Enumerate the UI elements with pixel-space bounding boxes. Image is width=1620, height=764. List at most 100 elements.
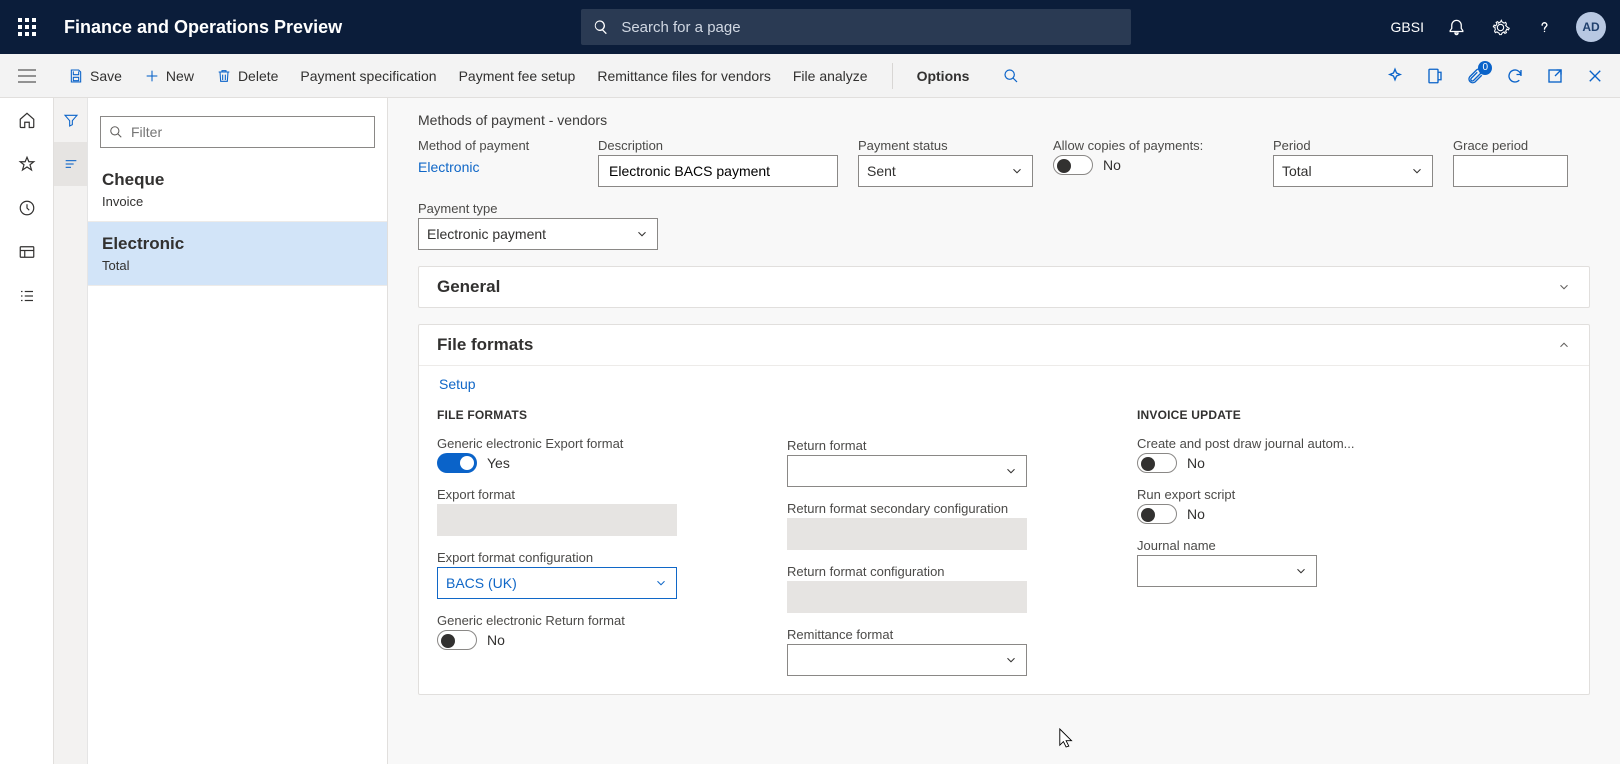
return-format-select[interactable]	[787, 455, 1027, 487]
favorites-icon[interactable]	[0, 142, 53, 186]
general-header[interactable]: General	[419, 267, 1589, 307]
journal-name-select[interactable]	[1137, 555, 1317, 587]
list-pane: Cheque Invoice Electronic Total	[88, 98, 388, 764]
remittance-files-button[interactable]: Remittance files for vendors	[597, 68, 771, 84]
setup-button[interactable]: Setup	[437, 366, 1571, 408]
field-label: Description	[598, 138, 838, 153]
run-export-toggle[interactable]	[1137, 504, 1177, 524]
remittance-format-select[interactable]	[787, 644, 1027, 676]
global-search[interactable]	[581, 9, 1131, 45]
field-label: Export format configuration	[437, 550, 737, 565]
period-select[interactable]: Total	[1273, 155, 1433, 187]
toggle-value: No	[1187, 506, 1205, 522]
toggle-value: Yes	[487, 455, 510, 471]
chevron-down-icon	[1410, 164, 1424, 178]
popout-icon[interactable]	[1546, 67, 1564, 85]
field-label: Run export script	[1137, 487, 1387, 502]
chevron-down-icon	[1004, 464, 1018, 478]
open-in-office-icon[interactable]	[1426, 67, 1444, 85]
chevron-down-icon	[1294, 564, 1308, 578]
home-icon[interactable]	[0, 98, 53, 142]
toggle-value: No	[1187, 455, 1205, 471]
file-formats-header[interactable]: File formats	[419, 325, 1589, 365]
list-item-title: Cheque	[102, 170, 373, 190]
page-subtitle: Methods of payment - vendors	[418, 112, 1590, 128]
payment-type-select[interactable]: Electronic payment	[418, 218, 658, 250]
save-button[interactable]: Save	[68, 68, 122, 84]
search-icon	[109, 125, 123, 139]
nav-toggle-icon[interactable]	[0, 54, 54, 97]
copilot-icon[interactable]	[1386, 67, 1404, 85]
list-item[interactable]: Cheque Invoice	[88, 158, 387, 222]
export-format-config-select[interactable]: BACS (UK)	[437, 567, 677, 599]
chevron-down-icon	[1004, 653, 1018, 667]
payment-fee-setup-button[interactable]: Payment fee setup	[459, 68, 576, 84]
field-label: Export format	[437, 487, 737, 502]
delete-button[interactable]: Delete	[216, 68, 278, 84]
new-button[interactable]: New	[144, 68, 194, 84]
options-button[interactable]: Options	[917, 68, 970, 84]
help-icon[interactable]	[1532, 15, 1556, 39]
section-title: File formats	[437, 335, 533, 355]
toggle-value: No	[1103, 157, 1121, 173]
chevron-down-icon	[1557, 280, 1571, 294]
field-label: Return format configuration	[787, 564, 1087, 579]
company-picker[interactable]: GBSI	[1391, 19, 1424, 35]
search-icon	[593, 19, 609, 35]
list-item-subtitle: Total	[102, 258, 373, 273]
field-label: Return format	[787, 438, 1087, 453]
page-search-icon[interactable]	[991, 68, 1031, 84]
list-filter[interactable]	[100, 116, 375, 148]
list-item[interactable]: Electronic Total	[88, 222, 387, 286]
top-nav: Finance and Operations Preview GBSI AD	[0, 0, 1620, 54]
method-of-payment-value[interactable]: Electronic	[418, 155, 578, 179]
field-label: Period	[1273, 138, 1433, 153]
export-format-input	[437, 504, 677, 536]
notifications-icon[interactable]	[1444, 15, 1468, 39]
settings-icon[interactable]	[1488, 15, 1512, 39]
field-label: Generic electronic Return format	[437, 613, 737, 628]
field-label: Journal name	[1137, 538, 1387, 553]
modules-icon[interactable]	[0, 274, 53, 318]
field-label: Payment type	[418, 201, 718, 216]
list-item-title: Electronic	[102, 234, 373, 254]
field-label: Generic electronic Export format	[437, 436, 737, 451]
attachments-badge: 0	[1478, 61, 1492, 75]
workspaces-icon[interactable]	[0, 230, 53, 274]
chevron-down-icon	[654, 576, 668, 590]
separator	[892, 63, 893, 89]
file-formats-section: File formats Setup FILE FORMATS Generic …	[418, 324, 1590, 695]
generic-export-toggle[interactable]	[437, 453, 477, 473]
file-analyze-button[interactable]: File analyze	[793, 68, 868, 84]
group-heading: INVOICE UPDATE	[1137, 408, 1387, 422]
save-label: Save	[90, 68, 122, 84]
list-item-subtitle: Invoice	[102, 194, 373, 209]
refresh-icon[interactable]	[1506, 67, 1524, 85]
grace-period-input[interactable]	[1453, 155, 1568, 187]
attachments-icon[interactable]: 0	[1466, 67, 1484, 85]
toggle-value: No	[487, 632, 505, 648]
command-bar: Save New Delete Payment specification Pa…	[0, 54, 1620, 98]
list-view-icon[interactable]	[54, 142, 87, 186]
description-input[interactable]	[598, 155, 838, 187]
payment-status-select[interactable]: Sent	[858, 155, 1033, 187]
generic-return-toggle[interactable]	[437, 630, 477, 650]
recent-icon[interactable]	[0, 186, 53, 230]
section-title: General	[437, 277, 500, 297]
delete-label: Delete	[238, 68, 278, 84]
allow-copies-toggle[interactable]	[1053, 155, 1093, 175]
app-launcher-icon[interactable]	[0, 18, 54, 36]
group-heading: FILE FORMATS	[437, 408, 737, 422]
field-label: Create and post draw journal autom...	[1137, 436, 1387, 451]
close-icon[interactable]	[1586, 67, 1604, 85]
field-label: Payment status	[858, 138, 1033, 153]
filter-icon[interactable]	[54, 98, 87, 142]
new-label: New	[166, 68, 194, 84]
list-filter-input[interactable]	[129, 123, 366, 141]
create-draw-toggle[interactable]	[1137, 453, 1177, 473]
chevron-down-icon	[1010, 164, 1024, 178]
user-avatar[interactable]: AD	[1576, 12, 1606, 42]
chevron-down-icon	[635, 227, 649, 241]
payment-specification-button[interactable]: Payment specification	[300, 68, 436, 84]
global-search-input[interactable]	[619, 18, 1119, 37]
